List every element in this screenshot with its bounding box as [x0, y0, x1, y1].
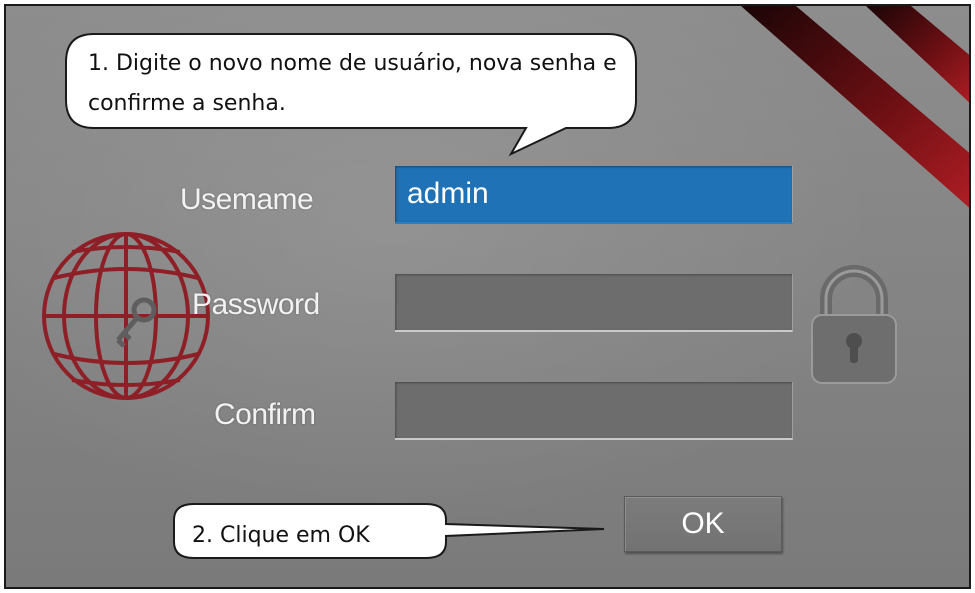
- confirm-password-input[interactable]: [395, 382, 793, 440]
- login-dialog: Usemame Password Confirm OK 1. Digite o …: [4, 4, 971, 589]
- callout-step1-text: 1. Digite o novo nome de usuário, nova s…: [88, 51, 617, 116]
- padlock-icon: [811, 265, 897, 384]
- confirm-label: Confirm: [214, 398, 316, 431]
- username-input[interactable]: [395, 166, 793, 224]
- username-label: Usemame: [180, 183, 314, 216]
- globe-key-icon: [42, 232, 210, 400]
- password-input[interactable]: [395, 274, 793, 332]
- ok-button[interactable]: OK: [624, 496, 782, 552]
- password-label: Password: [192, 288, 320, 321]
- callout-step2-text: 2. Clique em OK: [192, 523, 370, 548]
